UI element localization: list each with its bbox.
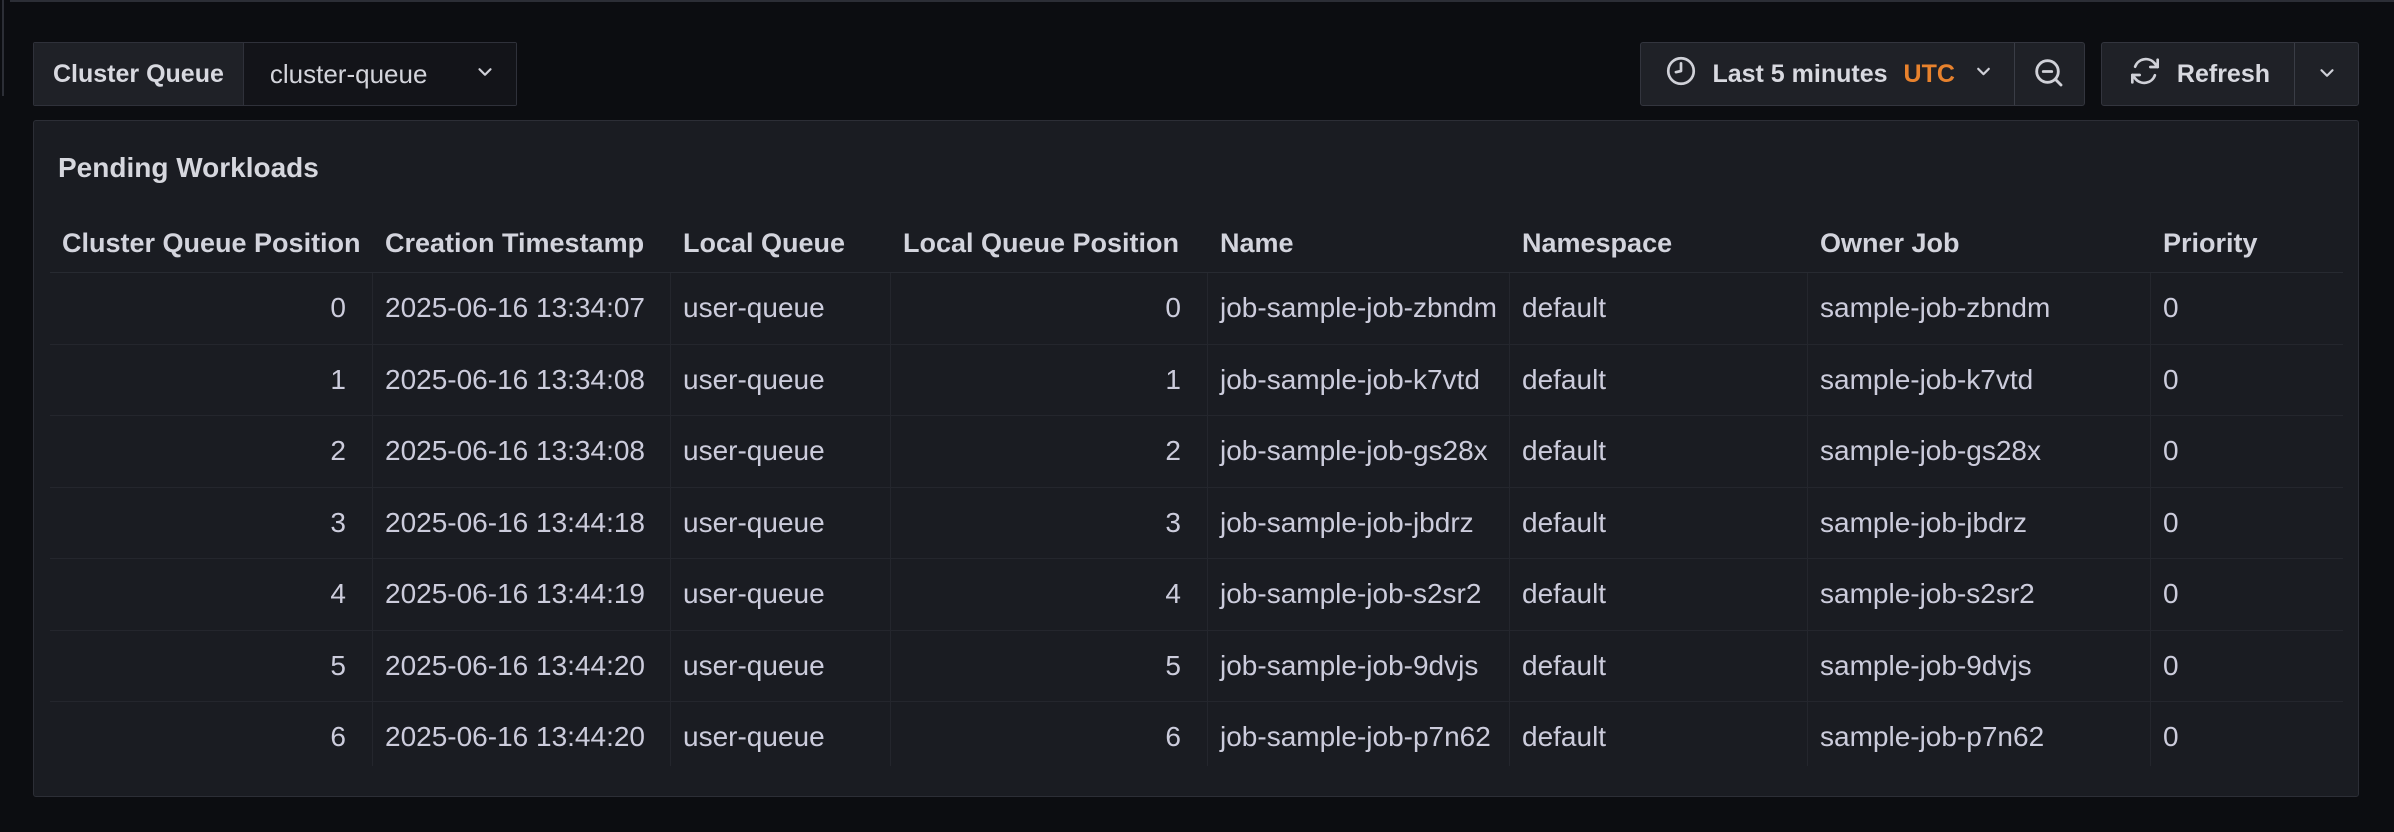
cell-name: job-sample-job-jbdrz	[1208, 488, 1510, 559]
refresh-icon	[2129, 55, 2161, 94]
table-row: 42025-06-16 13:44:19user-queue4job-sampl…	[50, 559, 2343, 631]
top-chrome-divider	[10, 0, 2394, 2]
cell-local-queue-position: 2	[891, 416, 1208, 487]
refresh-interval-dropdown-button[interactable]	[2294, 43, 2358, 105]
cell-cluster-queue-position: 4	[50, 559, 373, 630]
cell-creation-timestamp: 2025-06-16 13:34:07	[373, 273, 671, 344]
cell-local-queue: user-queue	[671, 702, 891, 766]
table-header-row: Cluster Queue PositionCreation Timestamp…	[50, 189, 2343, 273]
cell-cluster-queue-position: 3	[50, 488, 373, 559]
cell-owner-job: sample-job-gs28x	[1808, 416, 2151, 487]
table-row: 62025-06-16 13:44:20user-queue6job-sampl…	[50, 702, 2343, 766]
cell-name: job-sample-job-9dvjs	[1208, 631, 1510, 702]
cell-owner-job: sample-job-p7n62	[1808, 702, 2151, 766]
time-range-label: Last 5 minutes	[1712, 60, 1887, 89]
time-range-picker-button[interactable]: Last 5 minutes UTC	[1641, 43, 2013, 105]
variable-selected-value: cluster-queue	[270, 59, 428, 90]
column-header-priority[interactable]: Priority	[2151, 228, 2343, 259]
cell-namespace: default	[1510, 702, 1808, 766]
variable-label: Cluster Queue	[34, 43, 244, 105]
column-header-name[interactable]: Name	[1208, 228, 1510, 259]
cell-priority: 0	[2151, 273, 2343, 344]
table-row: 02025-06-16 13:34:07user-queue0job-sampl…	[50, 273, 2343, 345]
cell-local-queue: user-queue	[671, 631, 891, 702]
toolbar-right-group: Last 5 minutes UTC Refresh	[1640, 42, 2359, 106]
cell-namespace: default	[1510, 345, 1808, 416]
chevron-down-icon	[474, 59, 496, 90]
pending-workloads-panel: Pending Workloads Cluster Queue Position…	[33, 120, 2359, 797]
cell-cluster-queue-position: 0	[50, 273, 373, 344]
cell-namespace: default	[1510, 273, 1808, 344]
cell-owner-job: sample-job-s2sr2	[1808, 559, 2151, 630]
refresh-label: Refresh	[2177, 60, 2270, 89]
cell-name: job-sample-job-zbndm	[1208, 273, 1510, 344]
cell-creation-timestamp: 2025-06-16 13:44:20	[373, 702, 671, 766]
cell-creation-timestamp: 2025-06-16 13:34:08	[373, 345, 671, 416]
dashboard-toolbar: Cluster Queue cluster-queue Last 5 minut…	[33, 42, 2359, 106]
column-header-namespace[interactable]: Namespace	[1510, 228, 1808, 259]
pending-workloads-table: Cluster Queue PositionCreation Timestamp…	[50, 189, 2343, 766]
column-header-local-queue[interactable]: Local Queue	[671, 228, 891, 259]
cell-local-queue: user-queue	[671, 488, 891, 559]
refresh-button[interactable]: Refresh	[2102, 43, 2294, 105]
cell-owner-job: sample-job-jbdrz	[1808, 488, 2151, 559]
cell-owner-job: sample-job-9dvjs	[1808, 631, 2151, 702]
cell-cluster-queue-position: 2	[50, 416, 373, 487]
cell-local-queue-position: 6	[891, 702, 1208, 766]
cell-priority: 0	[2151, 416, 2343, 487]
cell-namespace: default	[1510, 631, 1808, 702]
time-range-group: Last 5 minutes UTC	[1640, 42, 2084, 106]
cell-name: job-sample-job-p7n62	[1208, 702, 1510, 766]
variable-dropdown-cluster-queue[interactable]: cluster-queue	[244, 43, 516, 105]
cell-local-queue-position: 1	[891, 345, 1208, 416]
cell-local-queue: user-queue	[671, 273, 891, 344]
cell-namespace: default	[1510, 488, 1808, 559]
cell-local-queue-position: 5	[891, 631, 1208, 702]
cell-cluster-queue-position: 5	[50, 631, 373, 702]
cell-name: job-sample-job-s2sr2	[1208, 559, 1510, 630]
table-row: 22025-06-16 13:34:08user-queue2job-sampl…	[50, 416, 2343, 488]
cell-owner-job: sample-job-k7vtd	[1808, 345, 2151, 416]
clock-icon	[1664, 54, 1698, 95]
cell-priority: 0	[2151, 559, 2343, 630]
cell-name: job-sample-job-gs28x	[1208, 416, 1510, 487]
table-body: 02025-06-16 13:34:07user-queue0job-sampl…	[50, 273, 2343, 766]
timezone-label: UTC	[1904, 60, 1955, 89]
cell-local-queue: user-queue	[671, 345, 891, 416]
cell-creation-timestamp: 2025-06-16 13:44:18	[373, 488, 671, 559]
cell-creation-timestamp: 2025-06-16 13:34:08	[373, 416, 671, 487]
cell-namespace: default	[1510, 416, 1808, 487]
left-chrome-divider	[2, 0, 4, 96]
column-header-cluster-queue-position[interactable]: Cluster Queue Position	[50, 228, 373, 259]
cell-creation-timestamp: 2025-06-16 13:44:20	[373, 631, 671, 702]
cell-owner-job: sample-job-zbndm	[1808, 273, 2151, 344]
table-row: 32025-06-16 13:44:18user-queue3job-sampl…	[50, 488, 2343, 560]
cell-cluster-queue-position: 1	[50, 345, 373, 416]
cell-local-queue-position: 4	[891, 559, 1208, 630]
cell-local-queue: user-queue	[671, 559, 891, 630]
column-header-local-queue-position[interactable]: Local Queue Position	[891, 228, 1208, 259]
column-header-owner-job[interactable]: Owner Job	[1808, 228, 2151, 259]
cell-name: job-sample-job-k7vtd	[1208, 345, 1510, 416]
cell-namespace: default	[1510, 559, 1808, 630]
panel-title[interactable]: Pending Workloads	[34, 121, 2358, 189]
chevron-down-icon	[2316, 62, 2338, 87]
cell-creation-timestamp: 2025-06-16 13:44:19	[373, 559, 671, 630]
cell-priority: 0	[2151, 345, 2343, 416]
cell-priority: 0	[2151, 702, 2343, 766]
cell-cluster-queue-position: 6	[50, 702, 373, 766]
chevron-down-icon	[1973, 60, 1994, 89]
time-range-zoom-out-button[interactable]	[2014, 43, 2084, 105]
cell-local-queue: user-queue	[671, 416, 891, 487]
column-header-creation-timestamp[interactable]: Creation Timestamp	[373, 228, 671, 259]
cell-local-queue-position: 3	[891, 488, 1208, 559]
table-row: 12025-06-16 13:34:08user-queue1job-sampl…	[50, 345, 2343, 417]
cell-priority: 0	[2151, 488, 2343, 559]
table-row: 52025-06-16 13:44:20user-queue5job-sampl…	[50, 631, 2343, 703]
refresh-group: Refresh	[2101, 42, 2359, 106]
zoom-out-icon	[2031, 55, 2067, 94]
variable-control-cluster-queue: Cluster Queue cluster-queue	[33, 42, 517, 106]
cell-priority: 0	[2151, 631, 2343, 702]
cell-local-queue-position: 0	[891, 273, 1208, 344]
